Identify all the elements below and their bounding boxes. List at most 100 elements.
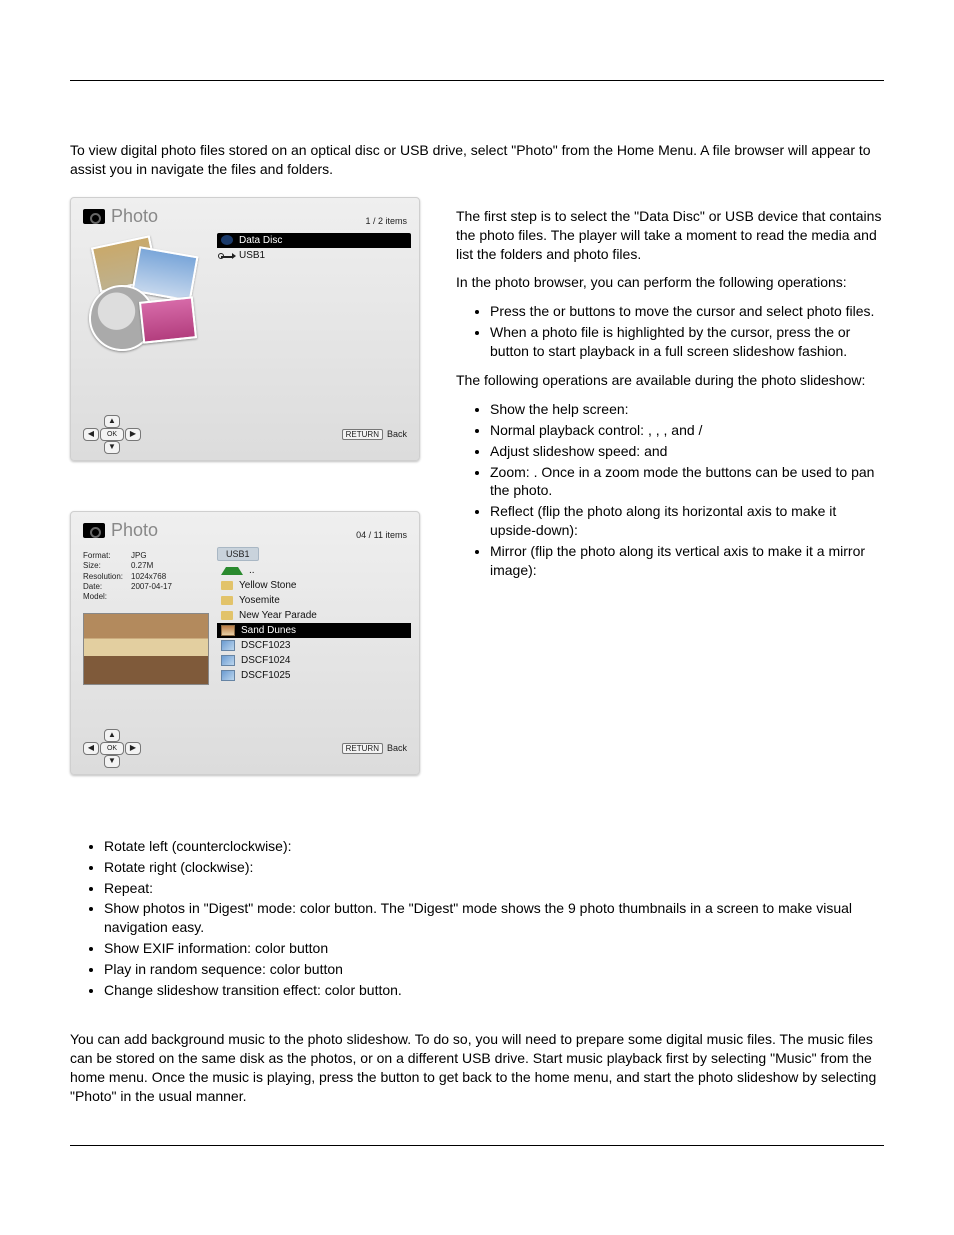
- left-column: Photo 1 / 2 items Data Disc USB1: [70, 197, 430, 825]
- list-item[interactable]: Yellow Stone: [217, 578, 411, 593]
- paragraph: The following operations are available d…: [456, 371, 884, 390]
- ok-button-icon: OK: [100, 428, 124, 441]
- list-item: When a photo file is highlighted by the …: [490, 323, 884, 361]
- screenshot-title: Photo: [83, 206, 158, 227]
- metadata-row: Date:2007-04-17: [83, 582, 213, 592]
- right-button-icon: ▶: [125, 742, 141, 755]
- screenshot-title: Photo: [83, 520, 158, 541]
- list-item[interactable]: USB1: [217, 248, 411, 263]
- disc-icon: [221, 235, 233, 245]
- list-item: Normal playback control: , , , and /: [490, 421, 884, 440]
- return-button-icon: RETURN: [342, 429, 383, 440]
- metadata-value: 0.27M: [131, 561, 153, 571]
- list-item[interactable]: Yosemite: [217, 593, 411, 608]
- screenshot-body: Data Disc USB1: [77, 231, 413, 411]
- photo-metadata: Format:JPGSize:0.27MResolution:1024x768D…: [81, 549, 213, 607]
- metadata-row: Size:0.27M: [83, 561, 213, 571]
- photo-collage-icon: [85, 241, 205, 351]
- screenshot-title-text: Photo: [111, 520, 158, 541]
- down-button-icon: ▼: [104, 755, 120, 768]
- info-panel: Format:JPGSize:0.27MResolution:1024x768D…: [77, 545, 217, 725]
- list-item-label: Yellow Stone: [239, 580, 296, 591]
- list-item: Play in random sequence: color button: [104, 960, 884, 979]
- location-tab: USB1: [217, 547, 259, 561]
- top-rule: [70, 80, 884, 81]
- screenshot-body: Format:JPGSize:0.27MResolution:1024x768D…: [77, 545, 413, 725]
- left-button-icon: ◀: [83, 428, 99, 441]
- metadata-row: Format:JPG: [83, 551, 213, 561]
- metadata-value: 2007-04-17: [131, 582, 172, 592]
- file-list: USB1 .. Yellow Stone Yosemite New Year Para…: [217, 547, 411, 723]
- list-item: Show EXIF information: color button: [104, 939, 884, 958]
- list-item[interactable]: DSCF1024: [217, 653, 411, 668]
- list-item-label: Data Disc: [239, 235, 282, 246]
- right-column: The first step is to select the "Data Di…: [456, 197, 884, 825]
- list-item: Zoom: . Once in a zoom mode the buttons …: [490, 463, 884, 501]
- metadata-key: Resolution:: [83, 572, 131, 582]
- up-button-icon: ▲: [104, 729, 120, 742]
- list-item[interactable]: Sand Dunes: [217, 623, 411, 638]
- camera-icon: [83, 523, 105, 538]
- list-item: Reflect (flip the photo along its horizo…: [490, 502, 884, 540]
- metadata-row: Resolution:1024x768: [83, 572, 213, 582]
- screenshot-title-text: Photo: [111, 206, 158, 227]
- list-item[interactable]: DSCF1023: [217, 638, 411, 653]
- left-button-icon: ◀: [83, 742, 99, 755]
- return-hint: RETURN Back: [342, 743, 407, 754]
- screenshot-header: Photo 1 / 2 items: [77, 204, 413, 231]
- dpad-icon: ▲ ◀ OK ▶ ▼: [83, 415, 141, 454]
- list-item-label: DSCF1025: [241, 670, 290, 681]
- img2-icon: [221, 625, 235, 636]
- return-hint: RETURN Back: [342, 429, 407, 440]
- screenshot-header: Photo 04 / 11 items: [77, 518, 413, 545]
- intro-paragraph: To view digital photo files stored on an…: [70, 141, 884, 179]
- list-item-label: New Year Parade: [239, 610, 317, 621]
- photo-preview-thumbnail: [83, 613, 209, 685]
- paragraph: The first step is to select the "Data Di…: [456, 207, 884, 264]
- dpad-icon: ▲ ◀ OK ▶ ▼: [83, 729, 141, 768]
- down-button-icon: ▼: [104, 441, 120, 454]
- list-item-label: Yosemite: [239, 595, 280, 606]
- photo-browser-screenshot-2: Photo 04 / 11 items Format:JPGSize:0.27M…: [70, 511, 420, 775]
- photo-browser-screenshot-1: Photo 1 / 2 items Data Disc USB1: [70, 197, 420, 461]
- metadata-row: Model:: [83, 592, 213, 602]
- thumbnail-panel: [77, 231, 217, 411]
- metadata-value: JPG: [131, 551, 147, 561]
- source-list: Data Disc USB1: [217, 233, 411, 409]
- list-item[interactable]: Data Disc: [217, 233, 411, 248]
- metadata-key: Model:: [83, 592, 131, 602]
- list-item-label: DSCF1023: [241, 640, 290, 651]
- list-item: Rotate left (counterclockwise):: [104, 837, 884, 856]
- list-item: Rotate right (clockwise):: [104, 858, 884, 877]
- fold-icon: [221, 581, 233, 590]
- fold-icon: [221, 596, 233, 605]
- list-item[interactable]: ..: [217, 563, 411, 578]
- list-item: Mirror (flip the photo along its vertica…: [490, 542, 884, 580]
- img-icon: [221, 640, 235, 651]
- return-button-icon: RETURN: [342, 743, 383, 754]
- paragraph: In the photo browser, you can perform th…: [456, 273, 884, 292]
- collage-tile: [139, 296, 197, 343]
- additional-operations-list: Rotate left (counterclockwise): Rotate ri…: [70, 837, 884, 1000]
- up-button-icon: ▲: [104, 415, 120, 428]
- list-item: Show photos in "Digest" mode: color butt…: [104, 899, 884, 937]
- list-item: Show the help screen:: [490, 400, 884, 419]
- list-item: Adjust slideshow speed: and: [490, 442, 884, 461]
- list-item[interactable]: DSCF1025: [217, 668, 411, 683]
- list-item: Change slideshow transition effect: colo…: [104, 981, 884, 1000]
- img-icon: [221, 655, 235, 666]
- bottom-rule: [70, 1145, 884, 1146]
- page: To view digital photo files stored on an…: [0, 0, 954, 1235]
- img-icon: [221, 670, 235, 681]
- list-item-label: USB1: [239, 250, 265, 261]
- browser-operations-list: Press the or buttons to move the cursor …: [456, 302, 884, 361]
- metadata-key: Date:: [83, 582, 131, 592]
- ok-button-icon: OK: [100, 742, 124, 755]
- metadata-key: Format:: [83, 551, 131, 561]
- list-item-label: DSCF1024: [241, 655, 290, 666]
- metadata-value: 1024x768: [131, 572, 166, 582]
- usb-icon: [221, 256, 233, 258]
- list-item-label: Sand Dunes: [241, 625, 296, 636]
- right-button-icon: ▶: [125, 428, 141, 441]
- list-item[interactable]: New Year Parade: [217, 608, 411, 623]
